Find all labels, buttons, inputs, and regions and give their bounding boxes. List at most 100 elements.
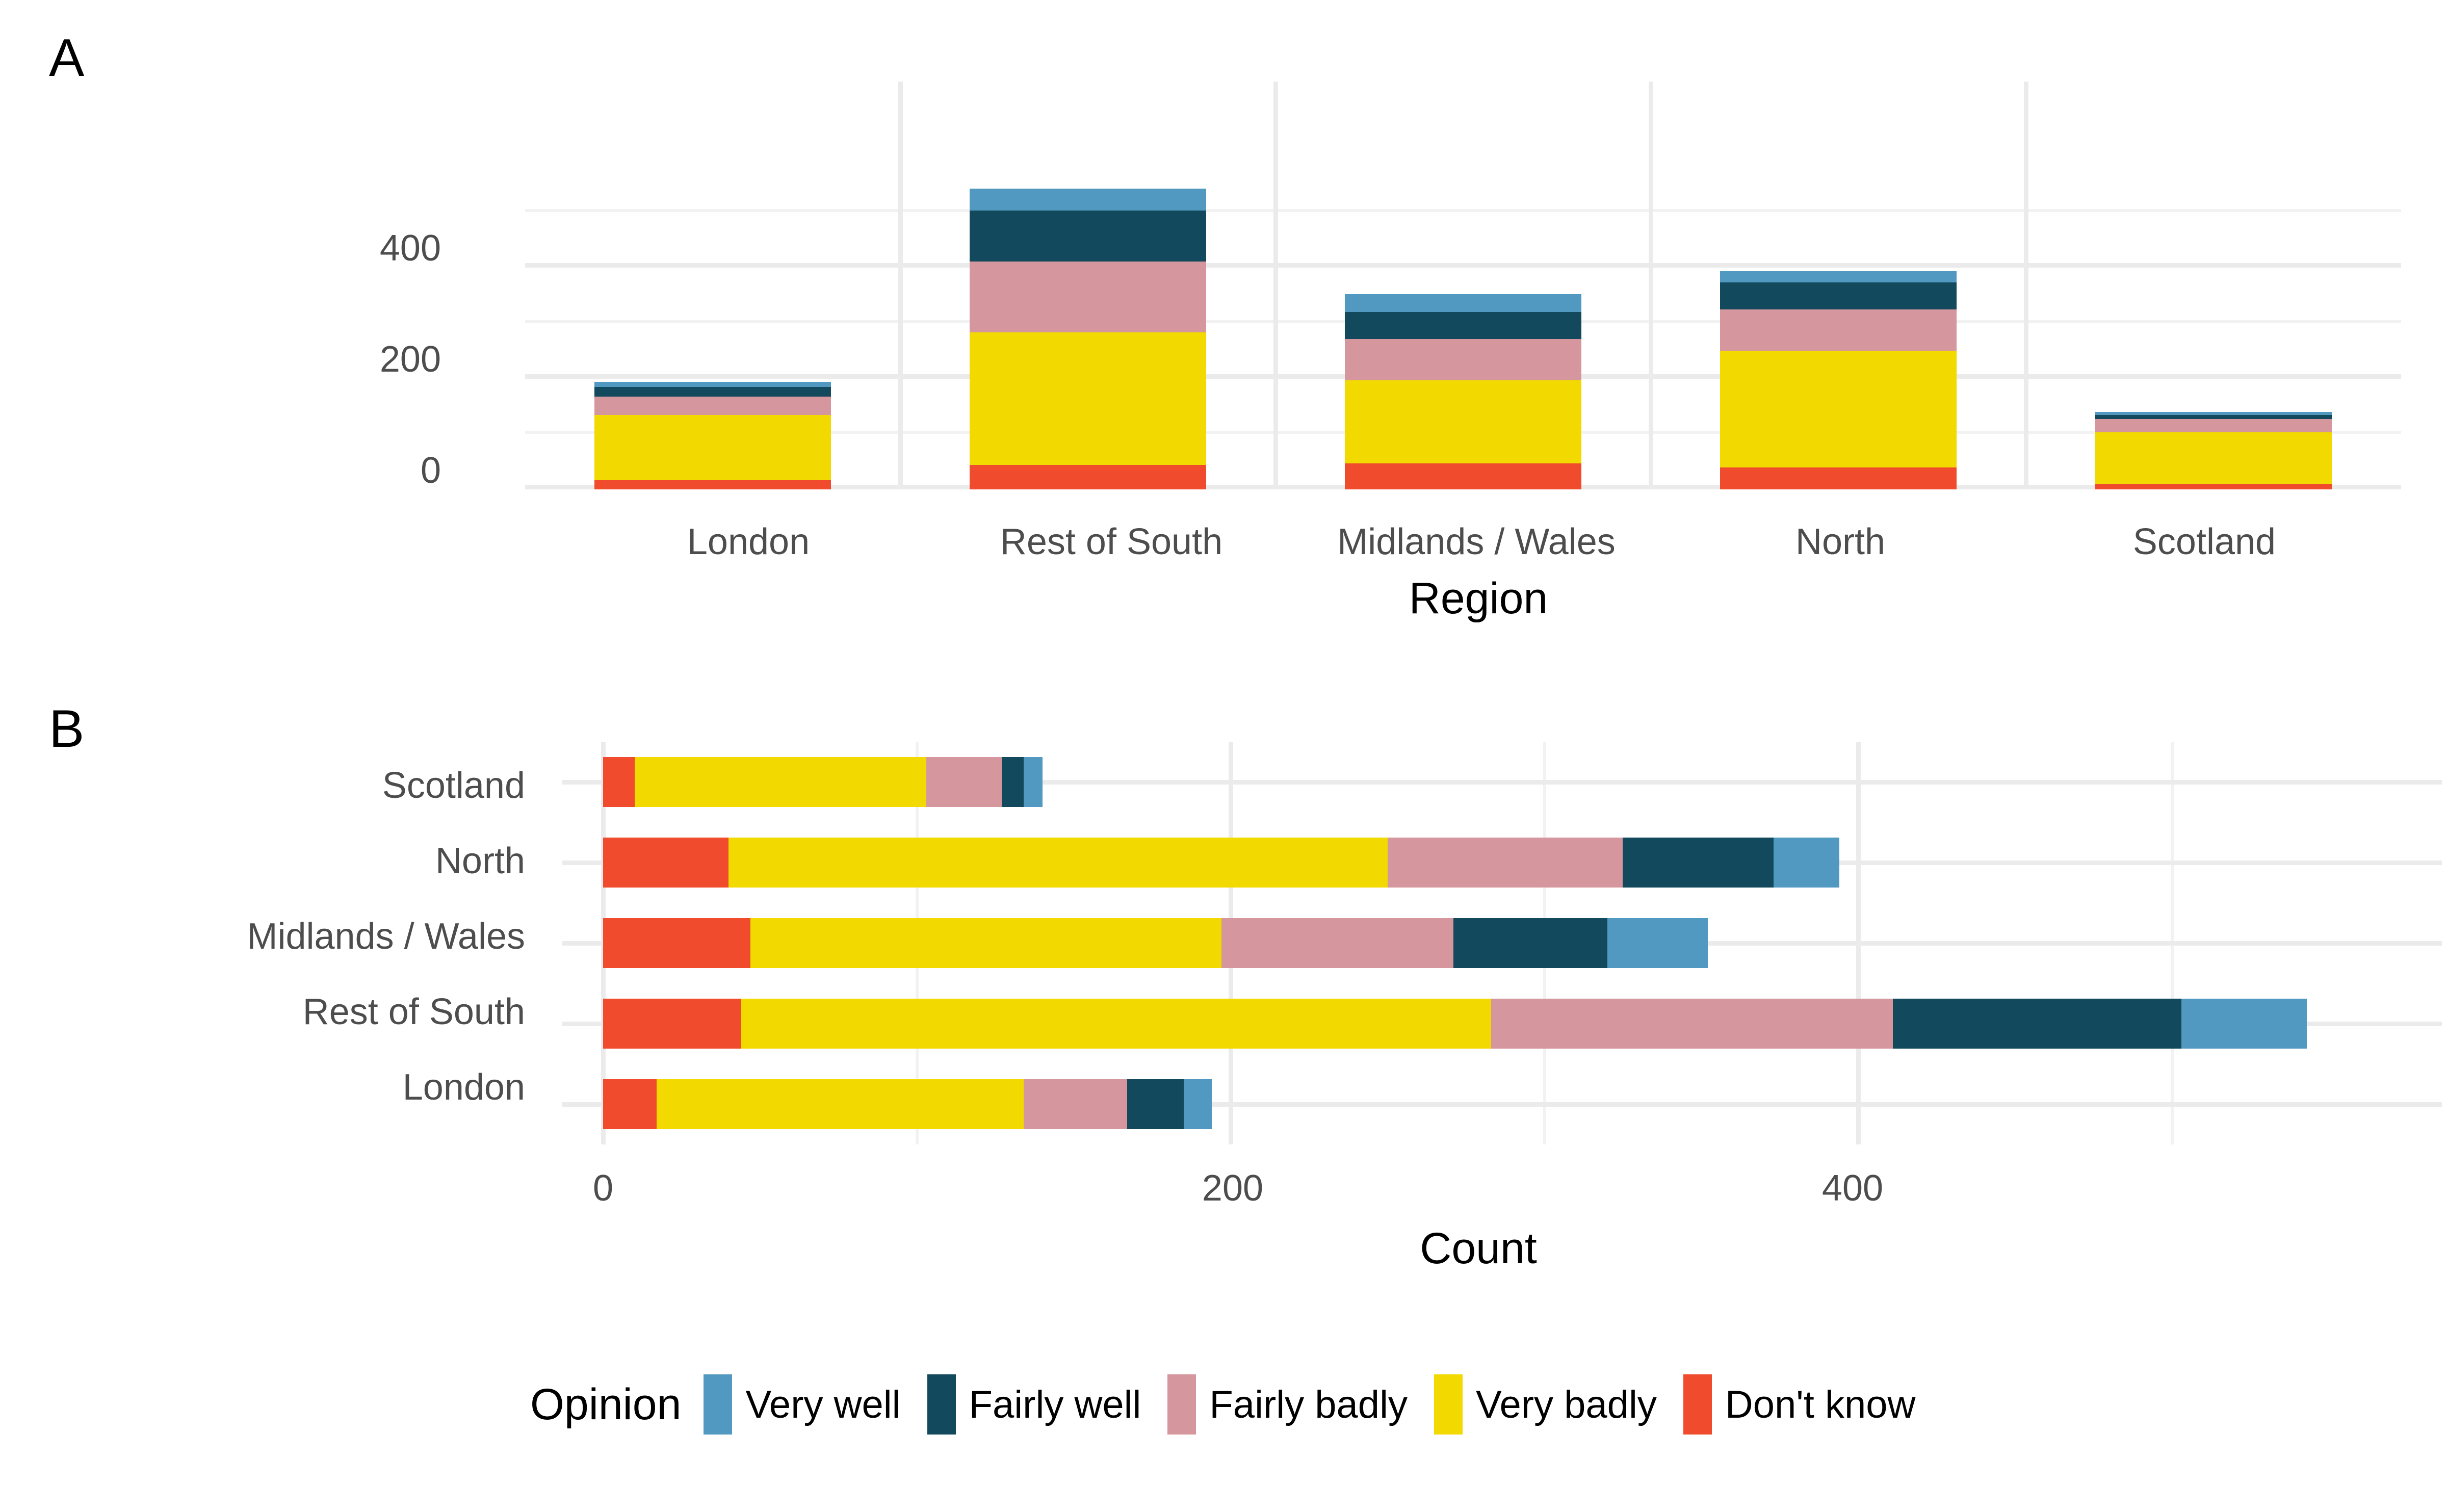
panel-a-x-axis-title: Region	[1409, 574, 1548, 623]
panel-a-bar-segment[interactable]	[1345, 339, 1581, 380]
panel-b-bar-segment[interactable]	[741, 999, 1491, 1049]
panel-a-bar-segment[interactable]	[1720, 309, 1957, 351]
panel-b-bar[interactable]	[603, 999, 2307, 1049]
panel-b-bar-segment[interactable]	[2181, 999, 2307, 1049]
panel-b-bar-segment[interactable]	[1892, 999, 2181, 1049]
panel-b-bar-segment[interactable]	[603, 999, 741, 1049]
panel-b-bar-segment[interactable]	[1001, 757, 1024, 807]
panel-a-bar-segment[interactable]	[1345, 294, 1581, 312]
panel-a-gridline-vertical	[1273, 82, 1278, 489]
panel-b-bar-segment[interactable]	[1491, 999, 1893, 1049]
panel-b-bar-segment[interactable]	[728, 838, 1388, 888]
panel-a-bar[interactable]	[2095, 411, 2332, 489]
panel-a-gridline-minor	[525, 209, 2401, 213]
legend-swatch-very-badly	[1434, 1374, 1463, 1435]
panel-b-bar[interactable]	[603, 918, 1708, 968]
panel-a-gridline-vertical	[2024, 82, 2028, 489]
legend-item-fairly-badly[interactable]: Fairly badly	[1167, 1374, 1408, 1435]
panel-b-bar-segment[interactable]	[750, 918, 1221, 968]
panel-a-bar-segment[interactable]	[970, 262, 1206, 333]
panel-b-bar-segment[interactable]	[1023, 1079, 1127, 1129]
panel-b-ytick-scotland: Scotland	[382, 765, 525, 806]
panel-b-bar-segment[interactable]	[1607, 918, 1708, 968]
panel-a-bar-segment[interactable]	[2095, 484, 2332, 489]
legend-label-very-well: Very well	[745, 1383, 901, 1426]
panel-b-bar-segment[interactable]	[1023, 757, 1043, 807]
panel-b-ytick-midlands-wales: Midlands / Wales	[247, 916, 525, 957]
panel-a-ytick-400: 400	[379, 228, 441, 269]
panel-b-bar-segment[interactable]	[603, 757, 635, 807]
panel-a-bar-segment[interactable]	[594, 397, 831, 415]
panel-a-bar-segment[interactable]	[970, 332, 1206, 465]
panel-b-bar-segment[interactable]	[603, 1079, 657, 1129]
panel-b-bar-segment[interactable]	[1183, 1079, 1212, 1129]
panel-b-bar-segment[interactable]	[603, 918, 751, 968]
panel-b-bar-segment[interactable]	[1453, 918, 1607, 968]
panel-b-bar-segment[interactable]	[1387, 838, 1623, 888]
panel-a-bar-segment[interactable]	[1720, 351, 1957, 467]
legend-item-fairly-well[interactable]: Fairly well	[927, 1374, 1141, 1435]
panel-b-ytick-rest-of-south: Rest of South	[302, 992, 525, 1032]
panel-b-bar-segment[interactable]	[1623, 838, 1774, 888]
legend-title: Opinion	[530, 1379, 682, 1429]
panel-b-ytick-london: London	[402, 1067, 525, 1108]
panel-a-bar-segment[interactable]	[1345, 463, 1581, 489]
panel-a-bar[interactable]	[594, 382, 831, 489]
legend-swatch-very-well	[704, 1374, 733, 1435]
legend-label-dont-know: Don't know	[1725, 1383, 1916, 1426]
panel-a-bar-segment[interactable]	[2095, 419, 2332, 432]
panel-a-ytick-200: 200	[379, 339, 441, 380]
panel-label-a: A	[49, 29, 85, 88]
panel-a-bar-segment[interactable]	[2095, 415, 2332, 419]
panel-a-bar-segment[interactable]	[594, 386, 831, 397]
panel-a-bar[interactable]	[970, 188, 1206, 489]
panel-a-bar-segment[interactable]	[970, 211, 1206, 262]
panel-a-xtick-scotland: Scotland	[2132, 522, 2276, 562]
panel-a-bar-segment[interactable]	[594, 382, 831, 387]
legend-label-very-badly: Very badly	[1475, 1383, 1657, 1426]
legend-label-fairly-well: Fairly well	[969, 1383, 1141, 1426]
panel-a-gridline-vertical	[1649, 82, 1653, 489]
panel-b-bar-segment[interactable]	[634, 757, 926, 807]
panel-a-bar-segment[interactable]	[594, 480, 831, 489]
panel-a-bar[interactable]	[1345, 294, 1581, 489]
panel-a-xtick-midlands-wales: Midlands / Wales	[1337, 522, 1616, 562]
legend-item-dont-know[interactable]: Don't know	[1683, 1374, 1916, 1435]
panel-b-bar[interactable]	[603, 757, 1043, 807]
panel-a-xtick-london: London	[687, 522, 810, 562]
legend-swatch-fairly-well	[927, 1374, 956, 1435]
panel-a-bar-segment[interactable]	[1720, 467, 1957, 489]
panel-a-bar-segment[interactable]	[1720, 271, 1957, 283]
legend-item-very-badly[interactable]: Very badly	[1434, 1374, 1657, 1435]
panel-b-x-axis-title: Count	[1420, 1224, 1537, 1273]
panel-a-bar-segment[interactable]	[1345, 312, 1581, 340]
panel-a-bar[interactable]	[1720, 271, 1957, 489]
panel-b-bar-segment[interactable]	[1221, 918, 1453, 968]
legend-label-fairly-badly: Fairly badly	[1209, 1383, 1408, 1426]
panel-a-bar-segment[interactable]	[1720, 282, 1957, 309]
panel-b-xtick-0: 0	[592, 1168, 614, 1209]
panel-a-gridline-major	[525, 263, 2401, 268]
panel-b-xtick-400: 400	[1821, 1168, 1884, 1209]
panel-a-xtick-rest-of-south: Rest of South	[1000, 522, 1223, 562]
panel-label-b: B	[49, 699, 85, 759]
panel-b-bar[interactable]	[603, 1079, 1212, 1129]
panel-b-plot-area	[562, 742, 2442, 1144]
panel-b-bar[interactable]	[603, 838, 1840, 888]
panel-b-xtick-200: 200	[1202, 1168, 1264, 1209]
panel-a-bar-segment[interactable]	[970, 465, 1206, 489]
panel-b-bar-segment[interactable]	[926, 757, 1002, 807]
panel-b-bar-segment[interactable]	[1773, 838, 1840, 888]
panel-a-bar-segment[interactable]	[970, 188, 1206, 211]
legend-swatch-dont-know	[1683, 1374, 1712, 1435]
panel-a-plot-area	[525, 82, 2401, 489]
panel-a-bar-segment[interactable]	[2095, 432, 2332, 484]
legend-item-very-well[interactable]: Very well	[704, 1374, 901, 1435]
panel-b-bar-segment[interactable]	[603, 838, 729, 888]
panel-a-ytick-0: 0	[420, 450, 441, 491]
panel-a-bar-segment[interactable]	[594, 415, 831, 480]
panel-b-bar-segment[interactable]	[656, 1079, 1024, 1129]
panel-b-bar-segment[interactable]	[1127, 1079, 1184, 1129]
panel-a-bar-segment[interactable]	[1345, 380, 1581, 463]
legend-swatch-fairly-badly	[1167, 1374, 1196, 1435]
